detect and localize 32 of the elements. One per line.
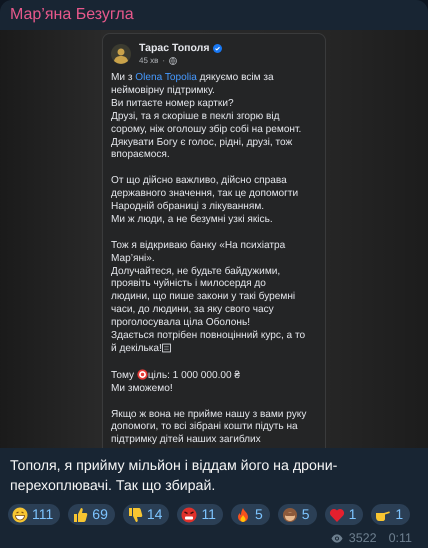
post-paragraph: От що дійсно важливо, дійсно справа державного значення, так це допомогти Народній обраниці з лікуванням. Ми ж люди, а не безумні узкі якісь.: [111, 175, 300, 227]
post-paragraph: Якщо ж вона не прийме нашу з вами руку допомоги, то всі зібрані кошти підуть на підтримку дітей наших загиблих: [111, 408, 308, 448]
thumbs-down-icon: [126, 506, 143, 523]
message-text: Тополя, я прийму мільйон і віддам його на дрони-перехоплювачі. Так що збирай.: [9, 457, 338, 496]
separator-dot: ·: [162, 55, 166, 66]
reaction-button[interactable]: 1: [371, 504, 410, 526]
mention-link[interactable]: Olena Topolia: [135, 72, 197, 83]
globe-icon: [169, 56, 178, 64]
target-icon: [136, 368, 148, 380]
heart-icon: [328, 506, 345, 523]
sender-name[interactable]: Мар’яна Безугла: [10, 4, 418, 26]
thumbs-up-icon: [72, 506, 88, 523]
avatar-icon[interactable]: [111, 44, 131, 64]
monkey-icon: [282, 506, 298, 523]
reaction-button[interactable]: 11: [177, 504, 223, 526]
post-paragraph: Тому ціль: 1 000 000.00 ₴ Ми зможемо!: [111, 368, 242, 396]
views-icon: [328, 533, 345, 544]
angry-face-icon: [181, 506, 198, 523]
reaction-button[interactable]: 69: [68, 504, 115, 526]
message-time: 0:11: [388, 530, 412, 548]
author-name[interactable]: Тарас Тополя: [139, 42, 210, 55]
post-paragraph: Ми з Olena Topolia дякуємо всім за неймовірну підтримку. Ви питаєте номер картки? Друзі, та я скоріше в пеклі згорю від сорому, ніж оголошу збір собі на ремонт. Дякувати Богу є голос, рідні, друзі, тож впораємося.: [111, 72, 302, 162]
reaction-button[interactable]: 5: [278, 504, 317, 526]
post-time: 45 хв: [139, 55, 158, 66]
grinning-face-icon: [12, 506, 28, 523]
view-count: 3522: [348, 530, 377, 548]
reaction-button[interactable]: 5: [230, 504, 270, 526]
reaction-button[interactable]: 14: [122, 504, 170, 526]
reaction-button[interactable]: 111: [8, 504, 60, 526]
reaction-button[interactable]: 1: [324, 504, 364, 526]
glyph-box-icon: [162, 343, 171, 353]
post-paragraph: Тож я відкриваю банку «На психіатра Мар’яні». Долучайтеся, не будьте байдужими, проявіть чуйність і милосердя до людини, що пише закони у такі буремні часи, до людини, за яку свого часу проголосувала ціла Оболонь! Здається потрібен повноцінний курс, а то й декілька!: [111, 240, 306, 356]
